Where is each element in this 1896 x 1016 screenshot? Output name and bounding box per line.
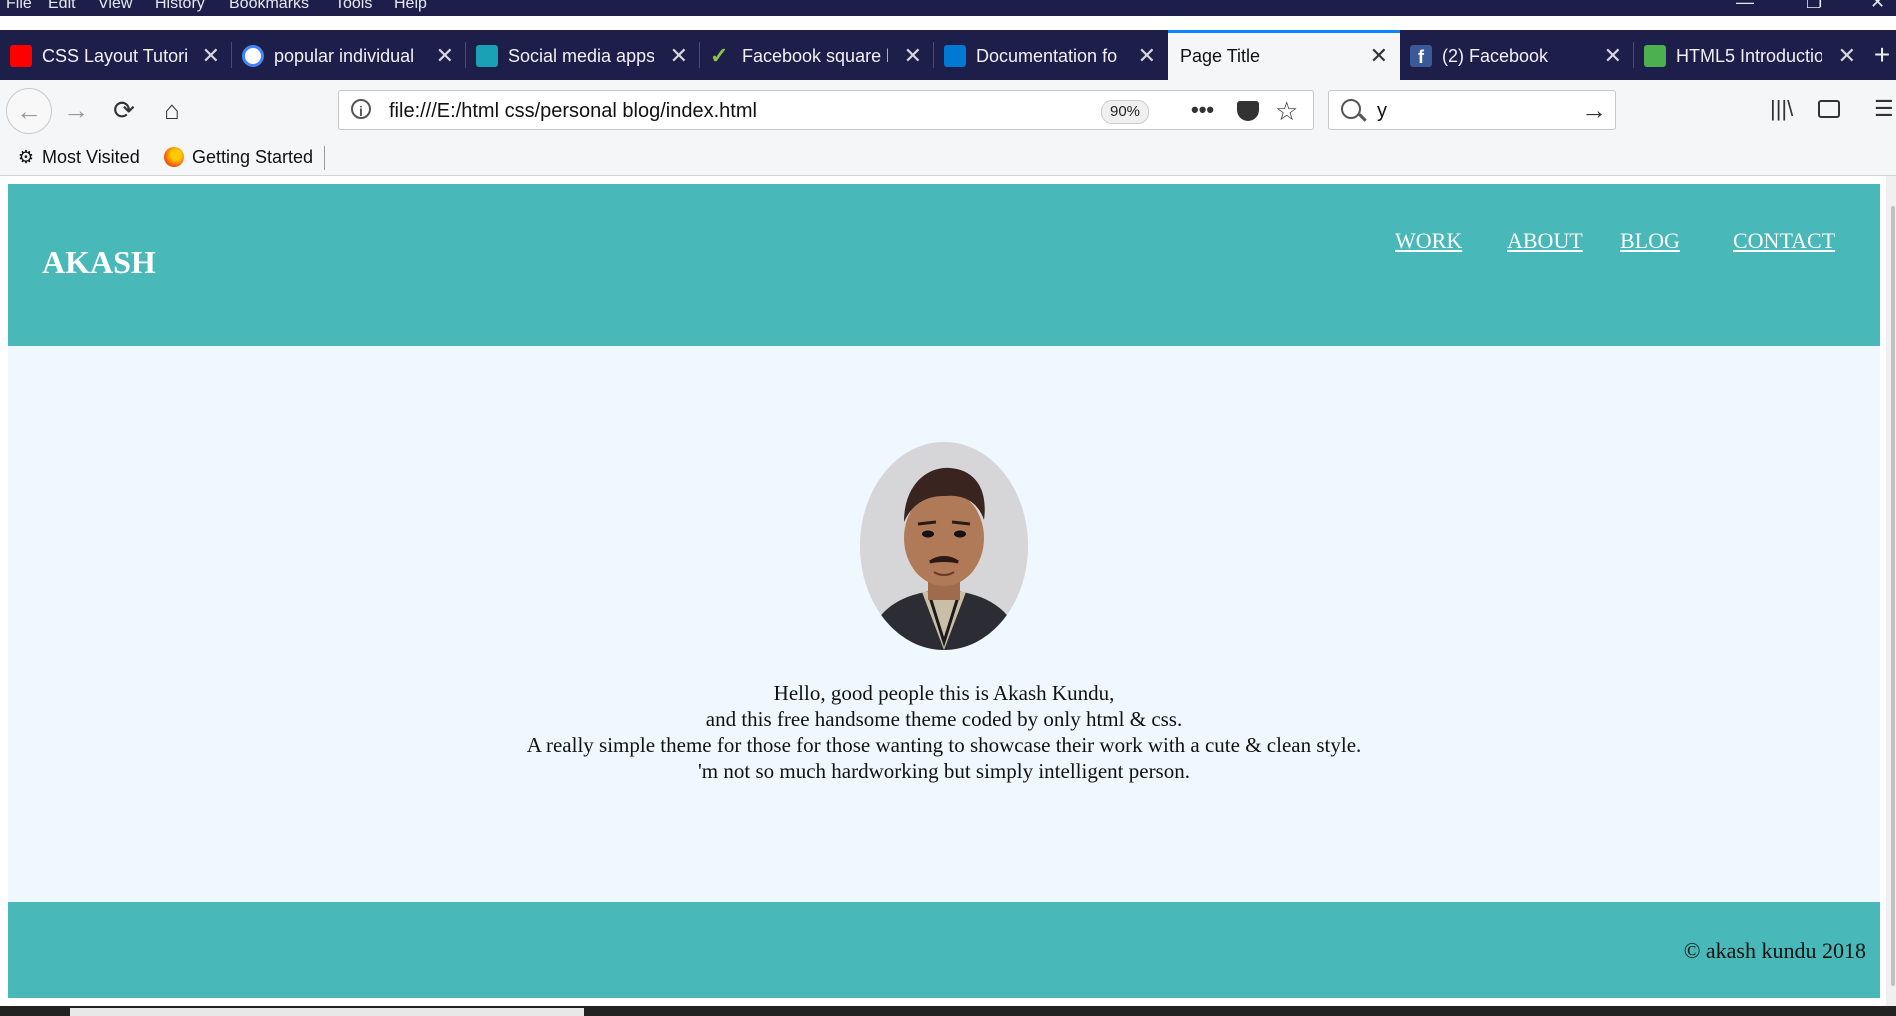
home-icon[interactable]: ⌂	[156, 94, 188, 126]
info-icon[interactable]: i	[351, 99, 371, 119]
url-bar[interactable]: i file:///E:/html css/personal blog/inde…	[338, 90, 1314, 130]
nav-link-about[interactable]: ABOUT	[1507, 228, 1583, 254]
close-tab-icon[interactable]: ✕	[1838, 30, 1856, 82]
pixabay-icon	[476, 45, 498, 67]
page-viewport: AKASH WORK ABOUT BLOG CONTACT Hello, goo…	[0, 176, 1896, 1006]
tab-strip: CSS Layout Tutoria ✕ popular individual …	[0, 30, 1896, 80]
w3schools-icon	[1644, 45, 1666, 67]
vectorlogo-icon: ✓	[710, 43, 729, 68]
zoom-level-badge[interactable]: 90%	[1101, 100, 1150, 124]
close-tab-icon[interactable]: ✕	[436, 30, 454, 82]
tab-title: CSS Layout Tutoria	[42, 46, 188, 66]
close-tab-icon[interactable]: ✕	[1370, 33, 1388, 79]
profile-photo	[860, 442, 1028, 650]
facebook-icon: f	[1410, 45, 1432, 67]
bookmark-star-icon[interactable]: ☆	[1275, 91, 1298, 131]
bookmark-getting-started[interactable]: Getting Started	[164, 140, 313, 174]
close-window-icon[interactable]: ✕	[1870, 0, 1885, 11]
menu-bookmarks[interactable]: Bookmarks	[229, 0, 309, 12]
reload-icon[interactable]: ⟳	[108, 94, 140, 126]
tab-title: HTML5 Introductio	[1676, 46, 1822, 66]
taskbar	[0, 1006, 1896, 1016]
minimize-icon[interactable]: —	[1736, 0, 1754, 11]
hamburger-menu-icon[interactable]: ☰	[1874, 96, 1894, 122]
tab-title: Social media apps	[508, 46, 654, 66]
menu-view[interactable]: View	[98, 0, 132, 12]
page-actions-icon[interactable]: •••	[1191, 91, 1214, 129]
url-text[interactable]: file:///E:/html css/personal blog/index.…	[389, 91, 757, 131]
copyright-text: © akash kundu 2018	[1683, 938, 1866, 963]
tab-html5-intro[interactable]: HTML5 Introductio ✕	[1634, 30, 1868, 80]
tab-popular-individual[interactable]: popular individual ✕	[232, 30, 466, 80]
nav-link-contact[interactable]: CONTACT	[1733, 228, 1835, 254]
close-tab-icon[interactable]: ✕	[202, 30, 220, 82]
close-tab-icon[interactable]: ✕	[904, 30, 922, 82]
tab-css-layout[interactable]: CSS Layout Tutoria ✕	[0, 30, 232, 80]
search-bar[interactable]: y →	[1328, 90, 1616, 130]
tab-facebook[interactable]: f (2) Facebook ✕	[1400, 30, 1634, 80]
tab-social-media-apps[interactable]: Social media apps ✕	[466, 30, 700, 80]
site-footer: © akash kundu 2018	[8, 902, 1880, 998]
tab-title: Page Title	[1180, 46, 1261, 66]
tab-title: Documentation fo	[976, 46, 1118, 66]
back-arrow-icon[interactable]: ←	[6, 88, 52, 134]
page-scrollbar[interactable]	[1886, 176, 1896, 1006]
vscode-icon	[944, 45, 966, 67]
search-icon	[1341, 99, 1361, 119]
site-main: Hello, good people this is Akash Kundu, …	[8, 346, 1880, 902]
sidebar-toggle-icon[interactable]	[1818, 100, 1840, 118]
menu-history[interactable]: History	[155, 0, 205, 12]
tab-facebook-square[interactable]: ✓ Facebook square l ✕	[700, 30, 934, 80]
search-input[interactable]: y	[1377, 91, 1387, 131]
menu-help[interactable]: Help	[394, 0, 427, 12]
library-icon[interactable]: |||\	[1770, 96, 1793, 122]
gear-icon: ⚙	[17, 147, 35, 167]
menu-edit[interactable]: Edit	[48, 0, 76, 12]
pocket-icon[interactable]	[1237, 101, 1259, 121]
menu-bar: File Edit View History Bookmarks Tools H…	[0, 0, 1896, 16]
close-tab-icon[interactable]: ✕	[1138, 30, 1156, 82]
site-header: AKASH WORK ABOUT BLOG CONTACT	[8, 184, 1880, 346]
tab-page-title[interactable]: Page Title ✕	[1168, 30, 1400, 80]
search-go-arrow-icon[interactable]: →	[1581, 91, 1607, 129]
firefox-icon	[164, 147, 184, 167]
youtube-icon	[10, 45, 32, 67]
intro-line: 'm not so much hardworking but simply in…	[698, 759, 1190, 783]
nav-link-work[interactable]: WORK	[1395, 228, 1462, 254]
nav-toolbar: ← → ⟳ ⌂ i file:///E:/html css/personal b…	[0, 80, 1896, 140]
tab-title: Facebook square l	[742, 46, 888, 66]
menu-file[interactable]: File	[6, 0, 32, 12]
google-icon	[242, 45, 264, 67]
intro-line: and this free handsome theme coded by on…	[705, 707, 1183, 731]
bookmark-most-visited[interactable]: ⚙ Most Visited	[16, 140, 140, 174]
bookmarks-separator	[324, 146, 325, 170]
tab-documentation[interactable]: Documentation fo ✕	[934, 30, 1168, 80]
close-tab-icon[interactable]: ✕	[670, 30, 688, 82]
close-tab-icon[interactable]: ✕	[1604, 30, 1622, 82]
site-logo: AKASH	[42, 244, 156, 280]
bookmarks-bar: ⚙ Most Visited Getting Started	[0, 140, 1896, 176]
tab-title: (2) Facebook	[1442, 46, 1549, 66]
restore-icon[interactable]: ❐	[1806, 0, 1822, 11]
intro-text: Hello, good people this is Akash Kundu, …	[8, 680, 1880, 784]
menu-tools[interactable]: Tools	[335, 0, 372, 12]
forward-arrow-icon[interactable]: →	[60, 94, 92, 126]
new-tab-icon[interactable]: +	[1868, 30, 1896, 80]
intro-line: A really simple theme for those for thos…	[526, 733, 1362, 757]
intro-line: Hello, good people this is Akash Kundu,	[773, 681, 1115, 705]
avatar	[860, 442, 1028, 650]
scrollbar-thumb[interactable]	[1891, 206, 1895, 986]
tab-title: popular individual	[274, 46, 415, 66]
nav-link-blog[interactable]: BLOG	[1620, 228, 1680, 254]
